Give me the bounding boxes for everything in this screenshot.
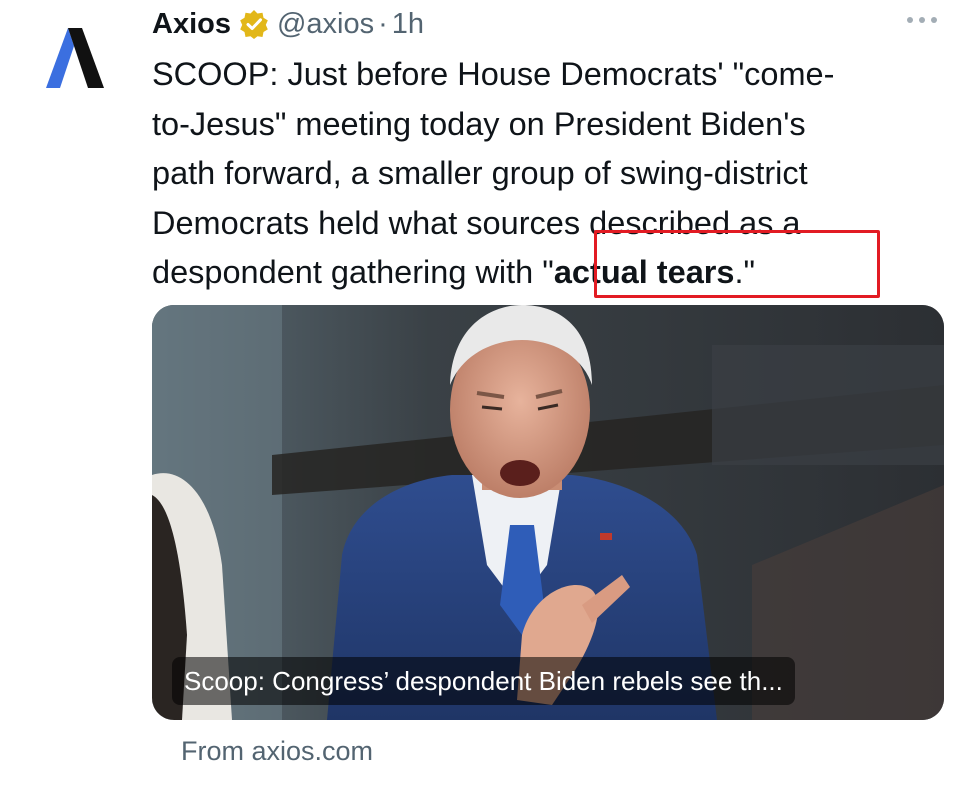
tweet-text-prefix: despondent gathering with bbox=[152, 254, 543, 290]
author-handle[interactable]: @axios bbox=[277, 7, 374, 41]
author-name[interactable]: Axios bbox=[152, 7, 231, 41]
tweet-header: Axios @axios · 1h bbox=[152, 4, 948, 44]
quote-open: " bbox=[542, 254, 554, 290]
verified-badge-icon bbox=[239, 9, 269, 39]
link-card-image[interactable]: Scoop: Congress’ despondent Biden rebels… bbox=[152, 305, 944, 720]
card-caption[interactable]: Scoop: Congress’ despondent Biden rebels… bbox=[172, 657, 795, 705]
header-separator: · bbox=[378, 8, 388, 40]
timestamp[interactable]: 1h bbox=[392, 7, 424, 41]
axios-logo-icon[interactable] bbox=[44, 28, 112, 90]
more-options-icon[interactable] bbox=[902, 12, 942, 28]
tweet-text-line: to-Jesus" meeting today on President Bid… bbox=[152, 105, 806, 142]
tweet-text-line: path forward, a smaller group of swing-d… bbox=[152, 155, 808, 191]
tweet-text-line: SCOOP: Just before House Democrats' "com… bbox=[152, 56, 835, 92]
red-highlight-annotation bbox=[594, 230, 880, 298]
card-source-link[interactable]: From axios.com bbox=[181, 733, 373, 769]
